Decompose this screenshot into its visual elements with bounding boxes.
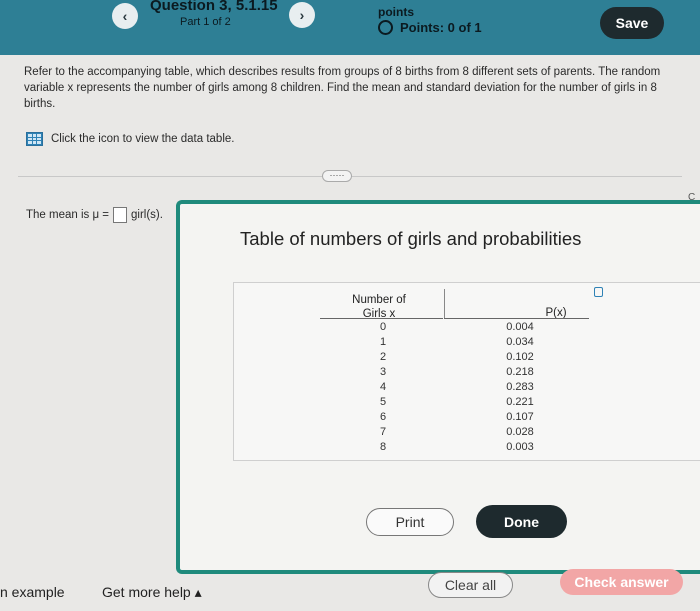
- table-cell-girls: 4: [379, 381, 387, 393]
- table-cell-probability: 0.221: [506, 396, 534, 408]
- column-separator: [444, 289, 445, 318]
- mean-answer-input[interactable]: [113, 207, 128, 223]
- check-answer-button[interactable]: Check answer: [560, 569, 683, 595]
- header-rule: [444, 318, 589, 319]
- chevron-left-icon: ‹: [122, 8, 128, 24]
- header-bar: ‹ Question 3, 5.1.15 Part 1 of 2 › point…: [0, 0, 700, 55]
- table-cell-girls: 6: [379, 411, 387, 423]
- circle-status-icon: [378, 20, 393, 35]
- answer-prefix: The mean is μ =: [26, 209, 110, 221]
- previous-question-button[interactable]: ‹: [112, 3, 138, 29]
- table-cell-probability: 0.004: [506, 321, 534, 333]
- table-link-label: Click the icon to view the data table.: [51, 133, 235, 145]
- question-title: Question 3, 5.1.15: [150, 0, 278, 14]
- table-cell-probability: 0.034: [506, 336, 534, 348]
- table-cell-probability: 0.028: [506, 426, 534, 438]
- column-header-girls: Number of Girls x: [352, 294, 406, 320]
- table-cell-girls: 8: [379, 441, 387, 453]
- table-cell-probability: 0.003: [506, 441, 534, 453]
- view-data-table-link[interactable]: Click the icon to view the data table.: [26, 132, 234, 146]
- question-text: Refer to the accompanying table, which d…: [24, 66, 661, 110]
- table-cell-probability: 0.218: [506, 366, 534, 378]
- data-table-dialog: Table of numbers of girls and probabilit…: [176, 200, 700, 574]
- probability-table: Number of Girls x P(x) 0 0.004 1 0.034 2…: [233, 282, 700, 461]
- points-status: Points: 0 of 1: [378, 20, 482, 35]
- expand-more-button[interactable]: ·····: [322, 170, 352, 182]
- copy-icon[interactable]: [594, 287, 603, 297]
- header-rule: [320, 318, 443, 319]
- mean-answer-row: The mean is μ = girl(s).: [26, 207, 163, 223]
- table-cell-girls: 7: [379, 426, 387, 438]
- print-button[interactable]: Print: [366, 508, 454, 536]
- table-cell-girls: 3: [379, 366, 387, 378]
- get-more-help-button[interactable]: Get more help ▴: [102, 584, 202, 601]
- points-label: points: [378, 5, 414, 19]
- table-cell-girls: 1: [379, 336, 387, 348]
- question-part: Part 1 of 2: [180, 16, 231, 28]
- table-cell-probability: 0.102: [506, 351, 534, 363]
- view-example-link[interactable]: n example: [0, 584, 65, 600]
- next-question-button[interactable]: ›: [289, 2, 315, 28]
- table-cell-girls: 5: [379, 396, 387, 408]
- table-cell-probability: 0.283: [506, 381, 534, 393]
- save-button[interactable]: Save: [600, 7, 664, 39]
- done-button[interactable]: Done: [476, 505, 567, 538]
- table-cell-girls: 0: [379, 321, 387, 333]
- table-cell-probability: 0.107: [506, 411, 534, 423]
- dialog-title: Table of numbers of girls and probabilit…: [240, 228, 582, 249]
- table-grid-icon[interactable]: [26, 132, 43, 146]
- answer-suffix: girl(s).: [131, 209, 163, 221]
- clear-all-button[interactable]: Clear all: [428, 572, 513, 598]
- points-value: Points: 0 of 1: [400, 20, 482, 35]
- chevron-right-icon: ›: [299, 7, 305, 23]
- table-cell-girls: 2: [379, 351, 387, 363]
